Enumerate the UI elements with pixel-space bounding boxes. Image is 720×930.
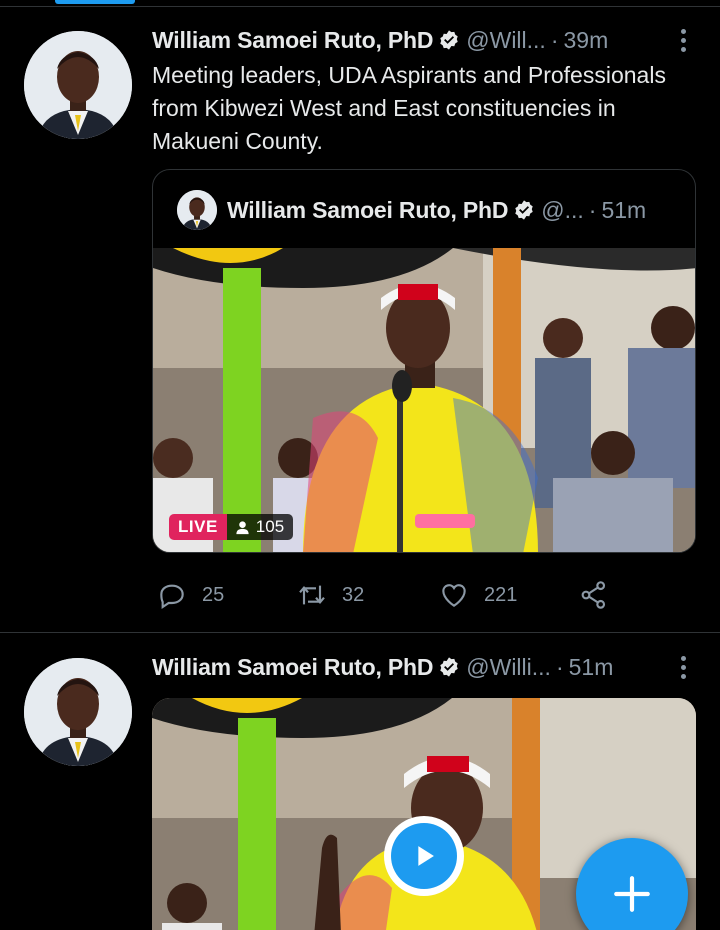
- quote-author-handle: @...: [541, 196, 584, 223]
- like-button[interactable]: 221: [438, 577, 517, 613]
- live-video-media[interactable]: LIVE 105: [153, 248, 695, 552]
- tab-indicator: [55, 0, 135, 4]
- timestamp[interactable]: 39m: [564, 27, 609, 54]
- compose-plus-icon: [614, 876, 650, 912]
- quote-author-name: William Samoei Ruto, PhD: [227, 196, 509, 223]
- author-name[interactable]: William Samoei Ruto, PhD: [152, 654, 433, 681]
- live-label: LIVE: [169, 514, 227, 540]
- play-button[interactable]: [384, 816, 464, 896]
- author-name[interactable]: William Samoei Ruto, PhD: [152, 27, 433, 54]
- like-count: 221: [484, 583, 518, 606]
- like-icon: [442, 584, 466, 607]
- verified-badge-icon: [440, 657, 458, 677]
- timestamp[interactable]: 51m: [569, 654, 614, 681]
- avatar[interactable]: [24, 31, 132, 139]
- author-handle[interactable]: @Will...: [466, 27, 546, 54]
- author-handle[interactable]: @Willi...: [466, 654, 551, 681]
- divider: [0, 632, 720, 633]
- share-button[interactable]: [578, 577, 610, 613]
- avatar: [177, 190, 217, 230]
- reply-count: 25: [202, 583, 225, 606]
- tweet-header: William Samoei Ruto, PhD @Will... · 39m: [152, 23, 698, 57]
- viewer-count-value: 105: [255, 517, 285, 536]
- tweet-header: William Samoei Ruto, PhD @Willi... · 51m: [152, 650, 698, 684]
- viewers-icon: [236, 520, 249, 534]
- play-icon: [391, 823, 457, 889]
- verified-badge-icon: [515, 200, 533, 220]
- viewer-count: 105: [226, 514, 294, 540]
- live-badge: LIVE 105: [169, 514, 294, 540]
- retweet-count: 32: [342, 583, 365, 606]
- more-icon[interactable]: [668, 652, 698, 682]
- tweet-actions: 25 32 221: [152, 577, 632, 613]
- retweet-icon: [299, 585, 325, 605]
- quote-timestamp: 51m: [601, 196, 647, 223]
- avatar[interactable]: [24, 658, 132, 766]
- reply-button[interactable]: 25: [156, 577, 224, 613]
- retweet-button[interactable]: 32: [296, 577, 364, 613]
- separator: ·: [555, 653, 564, 680]
- quoted-tweet[interactable]: William Samoei Ruto, PhD @... · 51m LIVE…: [152, 169, 696, 553]
- share-icon: [581, 581, 606, 609]
- tweet-text: Meeting leaders, UDA Aspirants and Profe…: [152, 62, 666, 154]
- separator: ·: [550, 26, 559, 53]
- quote-header: William Samoei Ruto, PhD @... · 51m: [177, 188, 681, 232]
- tweet[interactable]: William Samoei Ruto, PhD @Will... · 39m …: [0, 7, 720, 633]
- separator: ·: [588, 196, 597, 223]
- reply-icon: [160, 584, 184, 609]
- more-icon[interactable]: [668, 25, 698, 55]
- verified-badge-icon: [440, 30, 458, 50]
